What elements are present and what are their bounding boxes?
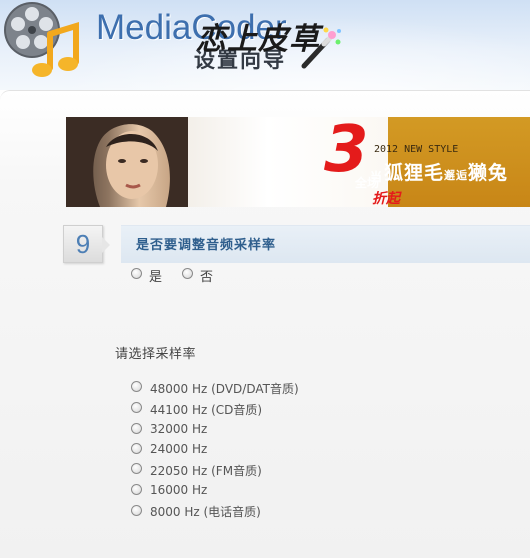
radio-22050-label[interactable]: 22050 Hz (FM音质) bbox=[150, 462, 262, 479]
radio-32000-label[interactable]: 32000 Hz bbox=[150, 422, 207, 436]
radio-no-label[interactable]: 否 bbox=[200, 266, 213, 285]
radio-24000[interactable] bbox=[131, 443, 142, 454]
sample-rate-prompt: 请选择采样率 bbox=[115, 347, 197, 362]
radio-44100[interactable] bbox=[131, 402, 142, 413]
film-reel-music-note-icon bbox=[4, 2, 79, 77]
question-title: 是否要调整音频采样率 bbox=[136, 238, 277, 253]
radio-44100-label[interactable]: 44100 Hz (CD音质) bbox=[150, 401, 262, 418]
radio-24000-label[interactable]: 24000 Hz bbox=[150, 442, 207, 456]
radio-yes[interactable] bbox=[131, 268, 142, 279]
ad-slogan: 恋上皮草 bbox=[196, 22, 320, 57]
ad-big-number: 3 bbox=[324, 113, 369, 187]
radio-8000[interactable] bbox=[131, 505, 142, 516]
radio-22050[interactable] bbox=[131, 463, 142, 474]
ad-zheqi: 折起 bbox=[372, 191, 400, 207]
radio-8000-label[interactable]: 8000 Hz (电话音质) bbox=[150, 503, 261, 520]
radio-16000[interactable] bbox=[131, 484, 142, 495]
ad-product-text: 狐狸毛邂逅獭兔 bbox=[384, 158, 508, 185]
radio-16000-label[interactable]: 16000 Hz bbox=[150, 483, 207, 497]
ad-product-b: 獭兔 bbox=[468, 162, 509, 184]
ad-dang: 当 bbox=[370, 170, 383, 184]
radio-48000-label[interactable]: 48000 Hz (DVD/DAT音质) bbox=[150, 380, 299, 397]
step-number-badge: 9 bbox=[63, 225, 110, 263]
ad-model-photo bbox=[66, 117, 188, 207]
radio-yes-label[interactable]: 是 bbox=[149, 266, 162, 285]
radio-32000[interactable] bbox=[131, 423, 142, 434]
ad-new-style: 2012 NEW STYLE bbox=[374, 144, 459, 155]
radio-no[interactable] bbox=[182, 268, 193, 279]
ad-product-a: 狐狸毛 bbox=[384, 162, 445, 184]
radio-48000[interactable] bbox=[131, 381, 142, 392]
ad-product-small: 邂逅 bbox=[444, 169, 469, 182]
